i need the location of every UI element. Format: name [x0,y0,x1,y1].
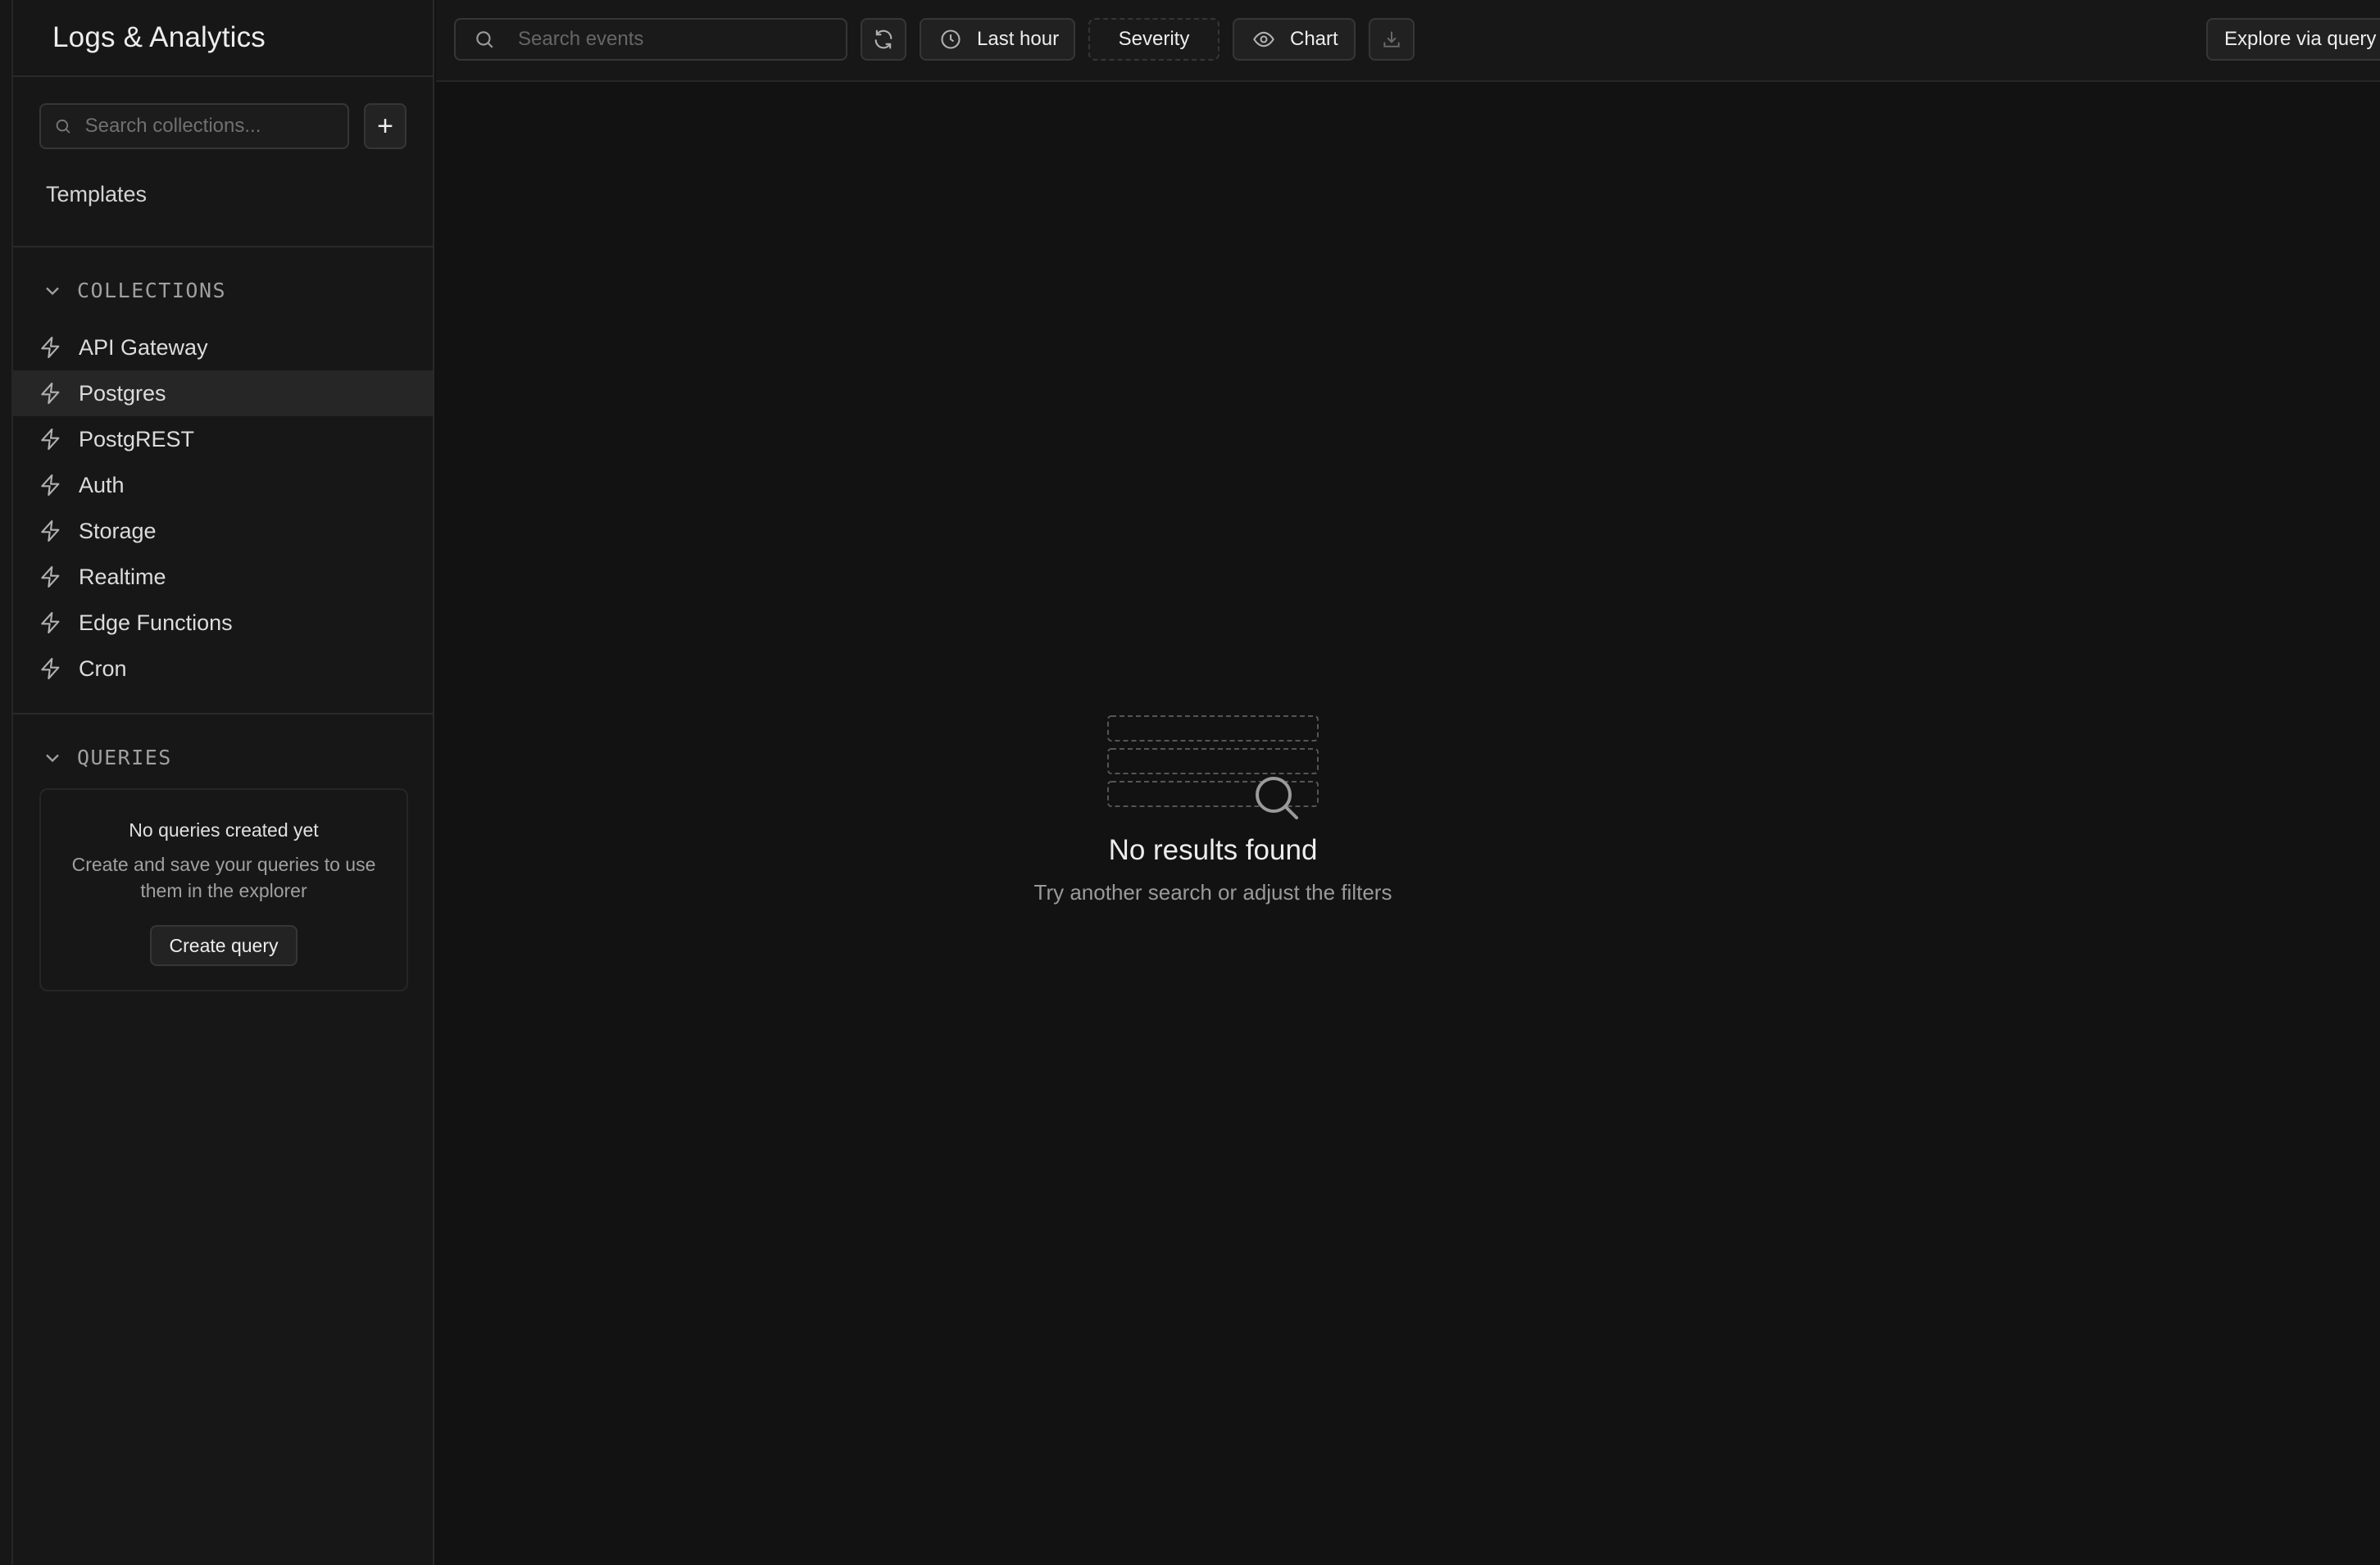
collection-label: Edge Functions [79,610,233,635]
collection-item-api-gateway[interactable]: API Gateway [13,324,433,370]
chart-toggle-button[interactable]: Chart [1233,18,1356,61]
templates-link[interactable]: Templates [46,182,147,207]
empty-results-illustration [1107,715,1319,819]
collection-search-box[interactable] [39,103,349,149]
queries-empty-description: Create and save your queries to use them… [71,854,376,901]
chevron-down-icon [46,754,59,762]
search-icon [56,119,70,134]
explore-label: Explore via query [2224,28,2377,50]
empty-state: No results found Try another search or a… [1008,713,1418,905]
explore-via-query-button[interactable]: Explore via query [2206,18,2380,61]
collection-search-input[interactable] [83,114,347,138]
plus-icon: + [377,111,393,142]
eye-icon [1253,31,1274,48]
time-range-button[interactable]: Last hour [920,18,1075,61]
bolt-icon [41,565,60,588]
toolbar: Last hour Severity Chart Explore via que… [436,0,2380,82]
download-icon [1383,31,1400,48]
collection-label: Postgres [79,380,166,406]
collection-item-cron[interactable]: Cron [13,646,433,692]
time-range-label: Last hour [977,28,1060,50]
collection-item-realtime[interactable]: Realtime [13,554,433,600]
refresh-icon [874,29,892,49]
collections-section-toggle[interactable]: COLLECTIONS [41,279,226,302]
add-collection-button[interactable]: + [364,103,407,149]
bolt-icon [41,474,60,497]
collection-search-row: + [39,103,407,149]
bolt-icon [41,611,60,634]
refresh-button[interactable] [861,18,906,61]
collection-label: Auth [79,472,125,497]
collection-item-postgres[interactable]: Postgres [13,370,433,416]
collection-label: PostgREST [79,426,195,451]
collection-item-postgrest[interactable]: PostgREST [13,416,433,462]
event-search-box[interactable] [454,18,847,61]
sidebar-header: Logs & Analytics [13,0,433,77]
bolt-icon [41,428,60,451]
magnifier-icon [1256,777,1298,819]
bolt-icon [41,519,60,542]
chevron-down-icon [46,287,59,295]
search-icon [476,31,493,48]
create-query-button[interactable]: Create query [149,925,298,966]
collection-label: API Gateway [79,334,208,360]
bolt-icon [41,657,60,680]
severity-filter-button[interactable]: Severity [1088,18,1220,61]
app-rail [0,0,13,1565]
collection-label: Cron [79,655,127,681]
queries-header: QUERIES [77,746,172,769]
collection-item-storage[interactable]: Storage [13,508,433,554]
collection-label: Storage [79,518,157,543]
chart-label: Chart [1290,28,1338,50]
download-button[interactable] [1369,18,1415,61]
bolt-icon [41,382,60,405]
queries-empty-state: No queries created yet Create and save y… [39,788,408,991]
sidebar: Logs & Analytics + Templates COLLECTIONS… [13,0,434,1565]
empty-state-subtitle: Try another search or adjust the filters [1033,880,1392,905]
event-search-input[interactable] [516,27,828,52]
collections-list: API Gateway Postgres PostgREST Auth Stor… [13,324,433,692]
clock-icon [941,29,961,49]
bolt-icon [41,336,60,359]
queries-section-toggle[interactable]: QUERIES [41,746,172,769]
page-title: Logs & Analytics [52,21,266,53]
collection-item-auth[interactable]: Auth [13,462,433,508]
collection-item-edge-functions[interactable]: Edge Functions [13,600,433,646]
queries-empty-title: No queries created yet [129,819,319,841]
empty-state-title: No results found [1108,834,1318,866]
collection-label: Realtime [79,564,166,589]
sidebar-divider [13,246,433,247]
sidebar-divider [13,713,433,714]
collections-header: COLLECTIONS [77,279,227,302]
severity-label: Severity [1118,28,1190,50]
